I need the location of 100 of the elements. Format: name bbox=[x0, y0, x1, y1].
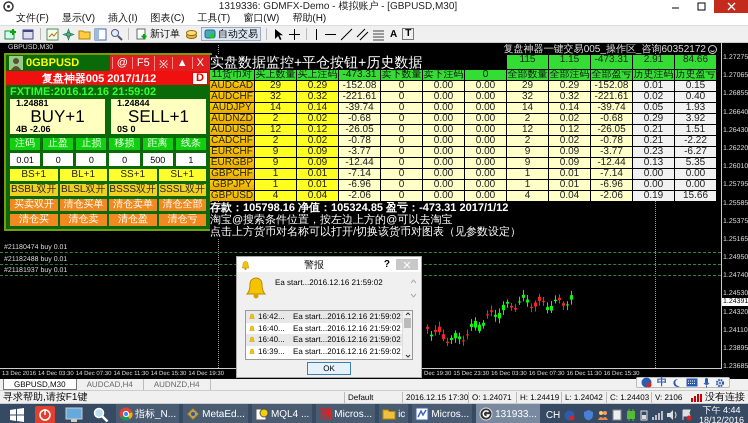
currency-pair-button[interactable]: EURCHF bbox=[210, 147, 254, 157]
gear-icon[interactable] bbox=[715, 378, 725, 388]
table-cell[interactable]: 1.93 bbox=[675, 103, 716, 113]
chart-tab[interactable]: GBPUSD,M30 bbox=[3, 379, 77, 390]
signal-icon[interactable] bbox=[651, 409, 664, 421]
crosshair-icon[interactable] bbox=[288, 28, 301, 40]
header-button[interactable]: ▲ bbox=[172, 57, 192, 69]
close-button[interactable] bbox=[714, 0, 748, 13]
currency-pair-button[interactable]: GBPJPY bbox=[210, 180, 254, 190]
table-cell[interactable]: 5.35 bbox=[675, 158, 716, 168]
magnifier-icon[interactable] bbox=[110, 28, 123, 40]
symbol-name[interactable]: 0GBPUSD bbox=[26, 57, 110, 69]
table-cell[interactable]: 3.92 bbox=[675, 114, 716, 124]
table-cell[interactable]: -6.27 bbox=[675, 147, 716, 157]
channel-icon[interactable] bbox=[356, 28, 369, 40]
scrollbar-thumb[interactable] bbox=[404, 318, 411, 328]
alert-time[interactable]: 16:39... bbox=[258, 346, 290, 356]
currency-pair-button[interactable]: AUDCHF bbox=[210, 92, 254, 102]
currency-pair-button[interactable]: AUDJPY bbox=[210, 103, 254, 113]
coins-icon[interactable] bbox=[185, 28, 198, 40]
sell-button[interactable]: 1.24844 SELL+1 0S 0 bbox=[111, 99, 206, 134]
menu-item[interactable]: 插入(I) bbox=[108, 13, 138, 25]
action-button[interactable]: SL+1 bbox=[158, 169, 206, 181]
currency-pair-button[interactable]: EURGBP bbox=[210, 158, 254, 168]
language-indicator[interactable]: CH bbox=[546, 410, 560, 420]
compass-icon[interactable] bbox=[62, 28, 75, 40]
chart-tab[interactable]: AUDCAD,H4 bbox=[76, 379, 144, 390]
parameter-field[interactable]: 0 bbox=[43, 153, 74, 166]
table-cell[interactable]: 15.66 bbox=[675, 191, 716, 201]
taskbar-item[interactable]: ic bbox=[379, 404, 408, 423]
text-tool[interactable]: A bbox=[388, 28, 400, 40]
scrollbar[interactable] bbox=[402, 311, 412, 359]
keyboard-icon[interactable] bbox=[686, 378, 698, 387]
table-cell[interactable]: 0.05 bbox=[633, 103, 674, 113]
panel-icon[interactable] bbox=[94, 28, 107, 40]
menu-item[interactable]: 帮助(H) bbox=[292, 13, 326, 25]
currency-pair-button[interactable]: CADCHF bbox=[210, 136, 254, 146]
auto-trading-button[interactable]: 自动交易 bbox=[201, 27, 261, 41]
alert-time[interactable]: 16:42... bbox=[258, 312, 290, 322]
menu-item[interactable]: 工具(T) bbox=[197, 13, 230, 25]
action-button[interactable]: BL+1 bbox=[60, 169, 107, 181]
taskbar-item[interactable]: 指标_N... bbox=[116, 404, 180, 423]
computer-icon[interactable] bbox=[65, 407, 83, 423]
help-button[interactable]: ? bbox=[378, 259, 396, 270]
action-button[interactable]: BSSS双开 bbox=[109, 184, 156, 196]
cursor-icon[interactable] bbox=[272, 28, 285, 40]
action-button[interactable]: SS+1 bbox=[109, 169, 156, 181]
table-cell[interactable]: 0.21 bbox=[633, 136, 674, 146]
chart-tab[interactable]: AUDNZD,H4 bbox=[144, 379, 211, 390]
table-cell[interactable]: 0.15 bbox=[675, 81, 716, 91]
currency-pair-button[interactable]: AUDNZD bbox=[210, 114, 254, 124]
windows-start-icon[interactable] bbox=[9, 407, 25, 423]
menu-item[interactable]: 窗口(W) bbox=[243, 13, 280, 25]
alert-time[interactable]: 16:40... bbox=[258, 335, 290, 344]
speaker-icon[interactable] bbox=[666, 409, 678, 421]
clock[interactable]: 下午 4:44 18/12/2016 bbox=[698, 405, 748, 423]
taskbar-item[interactable]: 131933... bbox=[476, 404, 540, 423]
header-button[interactable]: @ bbox=[112, 57, 132, 69]
moon-icon[interactable] bbox=[672, 378, 681, 388]
currency-pair-button[interactable]: GBPUSD bbox=[210, 191, 254, 201]
new-order-button[interactable]: 新订单 bbox=[134, 27, 182, 41]
table-cell[interactable]: 0.13 bbox=[633, 158, 674, 168]
table-cell[interactable]: 0.23 bbox=[633, 147, 674, 157]
action-button[interactable]: SSSL双开 bbox=[158, 184, 206, 196]
parameter-field[interactable]: 0.01 bbox=[10, 153, 40, 166]
alert-text[interactable]: Ea start...2016.12.16 21:59:02 bbox=[293, 324, 401, 333]
header-button[interactable]: F5 bbox=[132, 57, 154, 69]
action-button[interactable]: BS+1 bbox=[10, 169, 58, 181]
people-icon[interactable] bbox=[597, 409, 610, 421]
currency-pair-button[interactable]: AUDUSD bbox=[210, 125, 254, 135]
add-chart-icon[interactable] bbox=[4, 28, 18, 40]
table-cell[interactable]: 0.19 bbox=[633, 191, 674, 201]
table-cell[interactable]: 0.02 bbox=[633, 92, 674, 102]
taskbar-item[interactable]: MetaEd... bbox=[183, 404, 248, 423]
buy-button[interactable]: 1.24881 BUY+1 4B -2.06 bbox=[10, 99, 105, 134]
alert-time[interactable]: 16:40... bbox=[258, 324, 290, 333]
alert-text[interactable]: Ea start...2016.12.16 21:59:02 bbox=[293, 312, 401, 322]
fibonacci-icon[interactable] bbox=[372, 28, 385, 40]
table-cell[interactable]: -2.22 bbox=[675, 136, 716, 146]
table-cell[interactable]: 0.00 bbox=[633, 180, 674, 190]
table-cell[interactable]: 0.00 bbox=[633, 169, 674, 179]
currency-pair-button[interactable]: GBPCHF bbox=[210, 169, 254, 179]
alert-text[interactable]: Ea start...2016.12.16 21:59:02 bbox=[293, 335, 401, 344]
parameter-field[interactable]: 0 bbox=[109, 153, 140, 166]
parameter-field[interactable]: 500 bbox=[142, 153, 173, 166]
table-cell[interactable]: 0.29 bbox=[633, 114, 674, 124]
alert-text[interactable]: Ea start...2016.12.16 21:59:02 bbox=[293, 346, 401, 356]
d-button[interactable]: D bbox=[192, 72, 208, 84]
document-icon[interactable] bbox=[612, 409, 622, 421]
table-cell[interactable]: 0.21 bbox=[633, 125, 674, 135]
globe-icon[interactable] bbox=[641, 377, 652, 388]
taskbar-item[interactable]: 画 Micros... bbox=[316, 404, 376, 423]
label-tool[interactable]: T bbox=[402, 28, 414, 40]
table-cell[interactable]: 0.00 bbox=[675, 169, 716, 179]
table-cell[interactable]: 0.01 bbox=[633, 81, 674, 91]
search-icon[interactable] bbox=[93, 407, 109, 423]
action-button[interactable]: BLSL双开 bbox=[60, 184, 107, 196]
ok-button[interactable]: OK bbox=[307, 362, 351, 375]
menu-item[interactable]: 图表(C) bbox=[150, 13, 184, 25]
chip-icon[interactable] bbox=[625, 409, 638, 421]
